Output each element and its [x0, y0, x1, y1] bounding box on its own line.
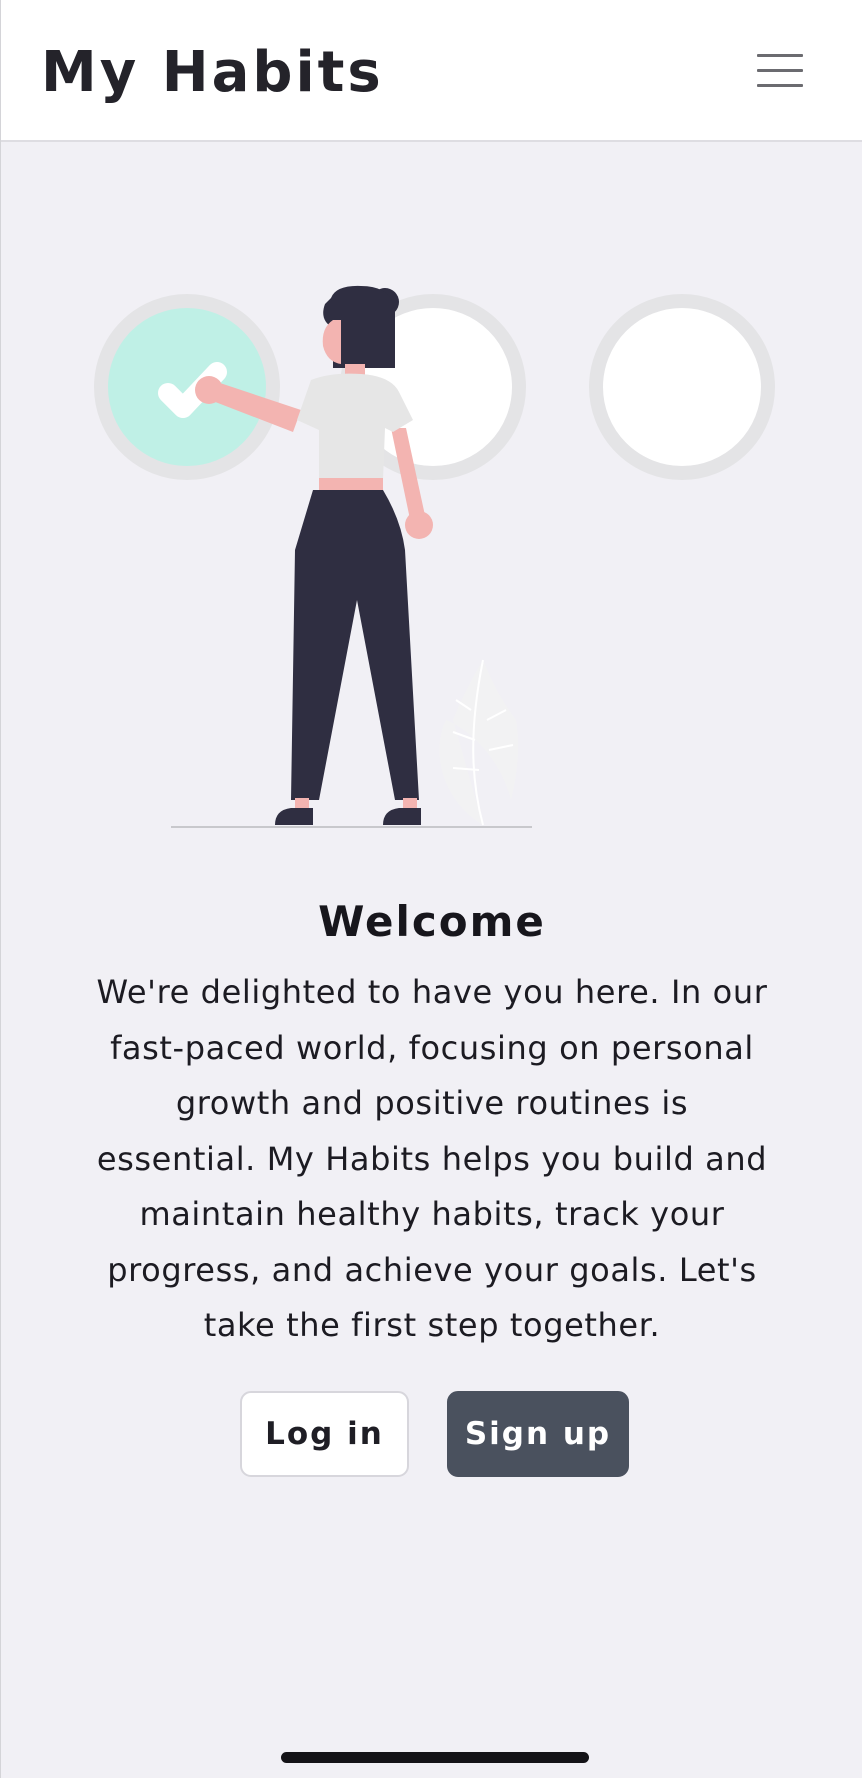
app-title: My Habits — [41, 40, 384, 105]
welcome-description: We're delighted to have you here. In our… — [96, 973, 768, 1344]
app-screen: My Habits Welcome We're delighted to hav… — [0, 0, 862, 1778]
woman-checking-habit-circles-illustration — [94, 285, 775, 828]
welcome-title: Welcome — [318, 897, 546, 947]
habit-circle-1 — [94, 294, 280, 480]
habit-circle-3 — [589, 294, 775, 480]
plant-decoration — [439, 659, 519, 826]
login-button[interactable]: Log in — [240, 1391, 409, 1477]
menu-button[interactable] — [749, 48, 811, 96]
signup-button[interactable]: Sign up — [447, 1391, 629, 1477]
home-indicator[interactable] — [281, 1752, 589, 1763]
app-header: My Habits — [1, 0, 862, 142]
